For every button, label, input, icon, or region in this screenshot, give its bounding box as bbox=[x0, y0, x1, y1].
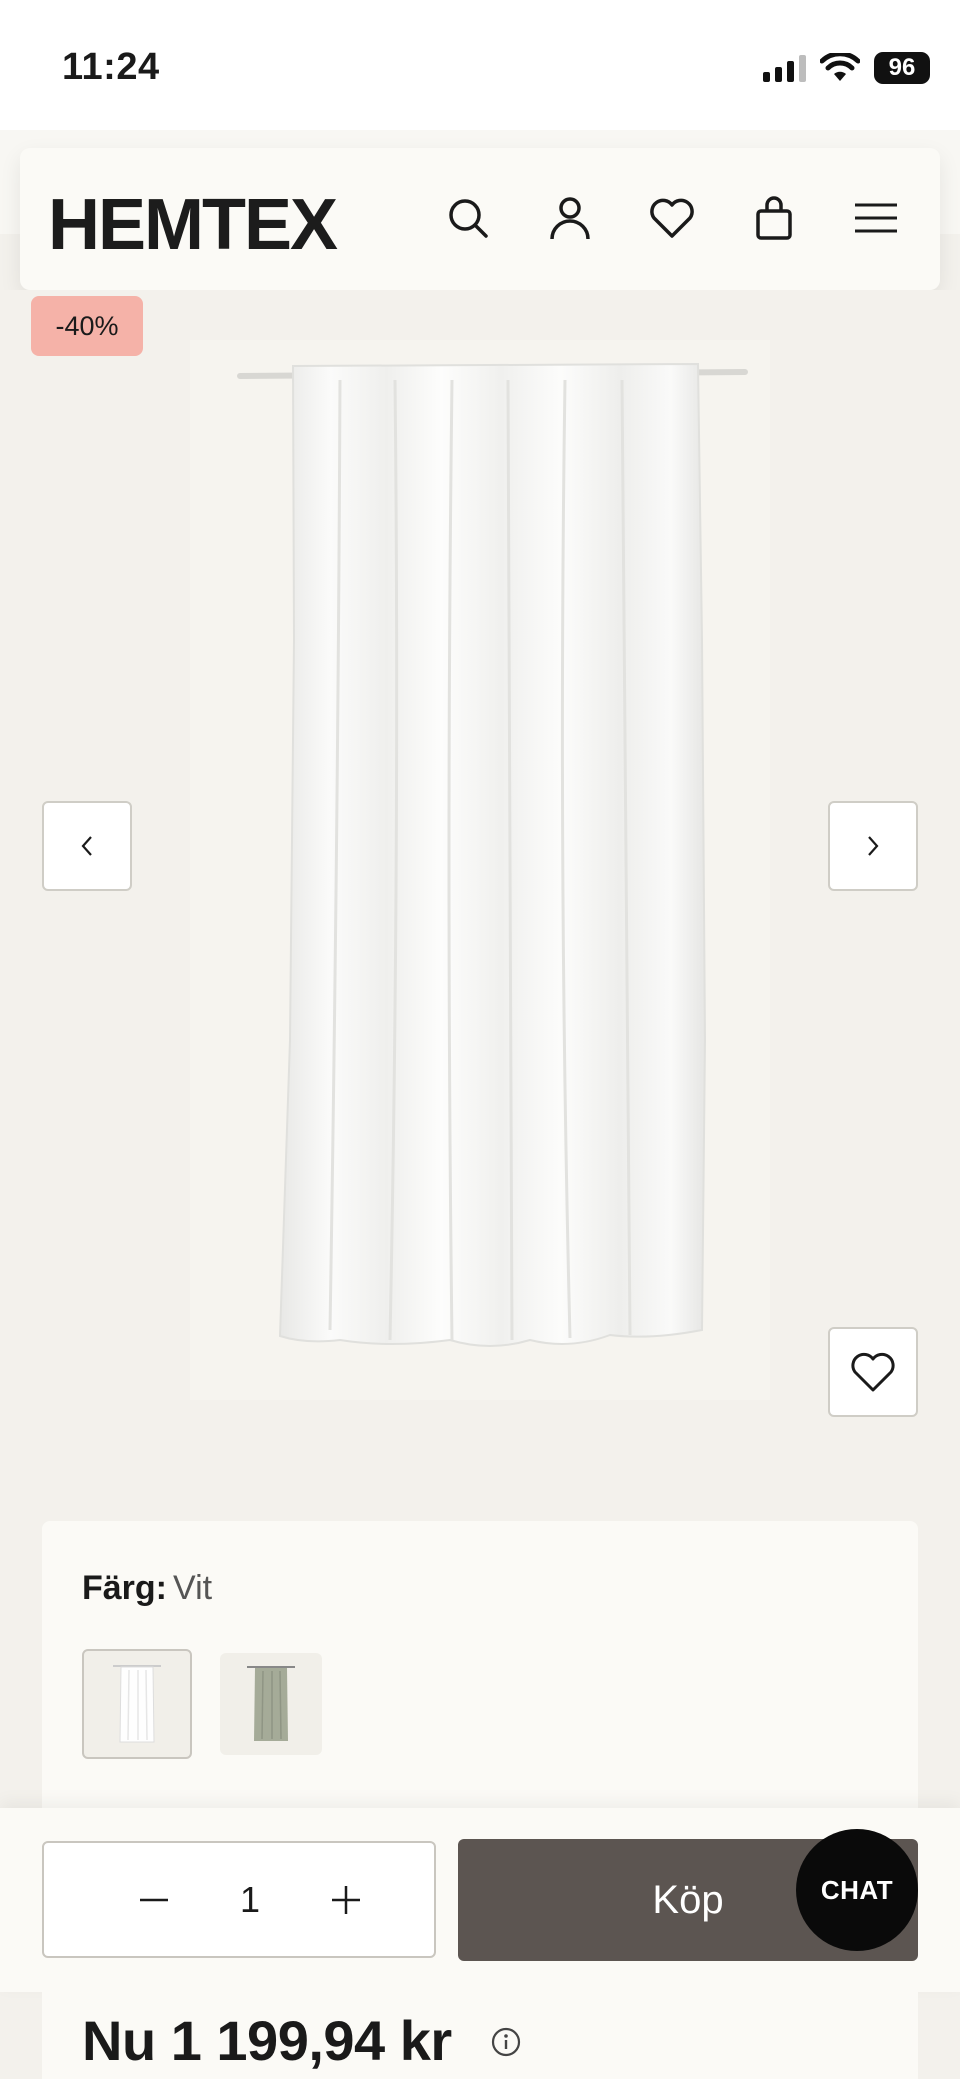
add-to-wishlist-button[interactable] bbox=[828, 1327, 918, 1417]
product-price: Nu 1 199,94 kr bbox=[82, 2009, 452, 2072]
battery-indicator: 96 bbox=[874, 52, 930, 84]
previous-image-button[interactable] bbox=[42, 801, 132, 891]
next-image-button[interactable] bbox=[828, 801, 918, 891]
product-image[interactable] bbox=[190, 340, 770, 1400]
buy-button-label: Köp bbox=[652, 1877, 724, 1922]
plus-icon bbox=[332, 1885, 360, 1914]
site-header: HEMTEX bbox=[20, 148, 940, 290]
info-icon[interactable] bbox=[490, 2026, 522, 2058]
heart-icon[interactable] bbox=[648, 194, 696, 242]
status-bar: 11:24 96 bbox=[0, 0, 960, 130]
chat-button[interactable]: CHAT bbox=[796, 1829, 918, 1951]
price-panel: Nu 1 199,94 kr bbox=[42, 1992, 918, 2079]
wifi-icon bbox=[820, 53, 860, 81]
search-icon[interactable] bbox=[444, 194, 492, 242]
header-icons bbox=[444, 194, 900, 242]
quantity-value[interactable]: 1 bbox=[240, 1879, 260, 1921]
swatch-white[interactable] bbox=[82, 1649, 192, 1759]
heart-icon bbox=[851, 1352, 895, 1392]
signal-icon bbox=[763, 54, 806, 82]
hemtex-logo[interactable]: HEMTEX bbox=[48, 184, 338, 266]
bag-icon[interactable] bbox=[750, 194, 798, 242]
status-icons: 96 bbox=[763, 52, 930, 84]
chevron-right-icon bbox=[868, 836, 879, 856]
color-value: Vit bbox=[173, 1569, 213, 1607]
chevron-left-icon bbox=[81, 836, 92, 856]
color-label: Färg: Vit bbox=[82, 1569, 212, 1608]
swatch-sage-green[interactable] bbox=[220, 1653, 322, 1755]
color-selector: Färg: Vit bbox=[42, 1521, 918, 1821]
minus-icon bbox=[140, 1898, 168, 1901]
account-icon[interactable] bbox=[546, 194, 594, 242]
status-time: 11:24 bbox=[62, 46, 160, 88]
decrease-quantity-button[interactable] bbox=[134, 1880, 174, 1920]
menu-icon[interactable] bbox=[852, 194, 900, 242]
color-label-title: Färg: bbox=[82, 1569, 167, 1607]
increase-quantity-button[interactable] bbox=[326, 1880, 366, 1920]
quantity-stepper: 1 bbox=[42, 1841, 436, 1958]
discount-badge: -40% bbox=[31, 296, 143, 356]
